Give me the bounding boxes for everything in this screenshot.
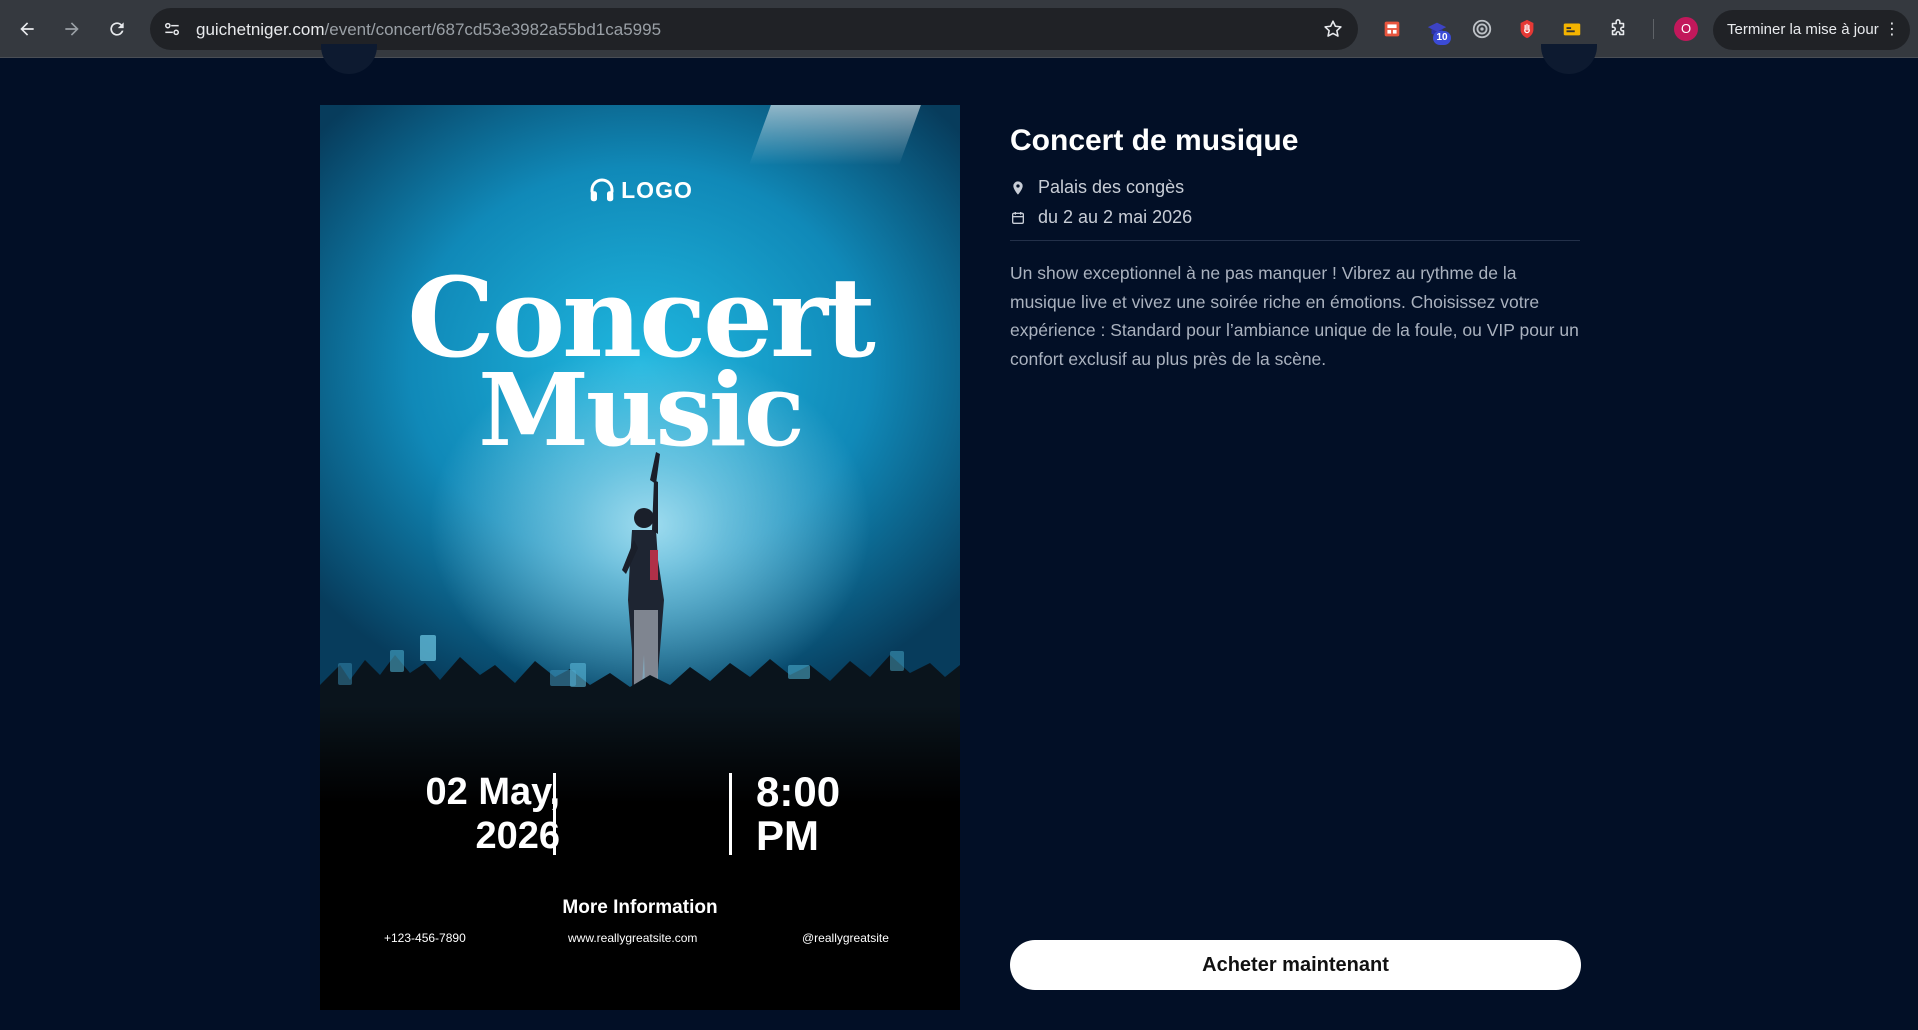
poster-divider-left xyxy=(553,773,556,855)
poster-website: www.reallygreatsite.com xyxy=(568,931,698,945)
poster-time-line2: PM xyxy=(756,812,819,859)
poster-title-line2: Music xyxy=(478,351,805,469)
browser-toolbar: guichetniger.com/event/concert/687cd53e3… xyxy=(0,0,1918,58)
bookmark-star-icon[interactable] xyxy=(1322,18,1344,40)
details-divider xyxy=(1010,240,1580,241)
forward-icon xyxy=(65,22,79,36)
url-domain: guichetniger.com xyxy=(196,20,325,39)
poster-logo: LOGO xyxy=(320,175,960,205)
poster-phone: +123-456-7890 xyxy=(384,931,466,945)
event-location-text: Palais des congès xyxy=(1038,177,1185,197)
poster-logo-text: LOGO xyxy=(621,176,693,203)
event-title: Concert de musique xyxy=(1010,124,1299,157)
more-vert-icon[interactable]: ⋮ xyxy=(1884,10,1900,50)
reload-icon xyxy=(110,22,124,36)
carousel-next-button[interactable] xyxy=(1541,44,1597,74)
update-label: Terminer la mise à jour xyxy=(1727,21,1879,38)
toolbar-separator xyxy=(1653,19,1654,39)
forward-button[interactable] xyxy=(56,13,88,45)
back-button[interactable] xyxy=(11,13,43,45)
profile-avatar[interactable]: O xyxy=(1674,17,1698,41)
event-location: Palais des congès xyxy=(1010,177,1184,198)
extension-tab-manager-icon[interactable] xyxy=(1380,17,1404,41)
update-chrome-button[interactable]: Terminer la mise à jour ⋮ xyxy=(1713,10,1910,50)
poster-date-line2: 2026 xyxy=(475,815,560,857)
poster-date-line1: 02 May, xyxy=(425,771,560,813)
poster-divider-right xyxy=(729,773,732,855)
event-poster-image: LOGO Concert Music 02 May, 2026 8:00 PM … xyxy=(320,105,960,1010)
headphones-icon xyxy=(590,178,614,202)
poster-time: 8:00 PM xyxy=(756,770,840,858)
buy-now-button[interactable]: Acheter maintenant xyxy=(1010,940,1581,990)
extension-target-icon[interactable] xyxy=(1470,17,1494,41)
site-settings-icon[interactable] xyxy=(162,19,182,39)
event-description: Un show exceptionnel à ne pas manquer ! … xyxy=(1010,263,1579,369)
extension-badge: 10 xyxy=(1433,31,1451,45)
carousel-prev-button[interactable] xyxy=(321,44,377,74)
poster-social: @reallygreatsite xyxy=(802,931,889,945)
url-text[interactable]: guichetniger.com/event/concert/687cd53e3… xyxy=(196,20,661,40)
poster-date: 02 May, 2026 xyxy=(360,770,560,858)
event-dates: du 2 au 2 mai 2026 xyxy=(1010,207,1192,228)
poster-more-info: More Information xyxy=(562,897,718,918)
map-pin-icon xyxy=(1013,180,1023,195)
extension-stop-hand-icon[interactable] xyxy=(1515,17,1539,41)
extensions-puzzle-icon[interactable] xyxy=(1606,17,1630,41)
poster-time-line1: 8:00 xyxy=(756,768,841,815)
calendar-icon xyxy=(1012,211,1024,224)
reload-button[interactable] xyxy=(101,13,133,45)
extension-folder-icon[interactable] xyxy=(1560,17,1584,41)
event-dates-text: du 2 au 2 mai 2026 xyxy=(1038,207,1193,227)
url-path: /event/concert/687cd53e3982a55bd1ca5995 xyxy=(324,20,662,39)
stage-light xyxy=(749,105,921,165)
back-icon xyxy=(20,22,34,36)
